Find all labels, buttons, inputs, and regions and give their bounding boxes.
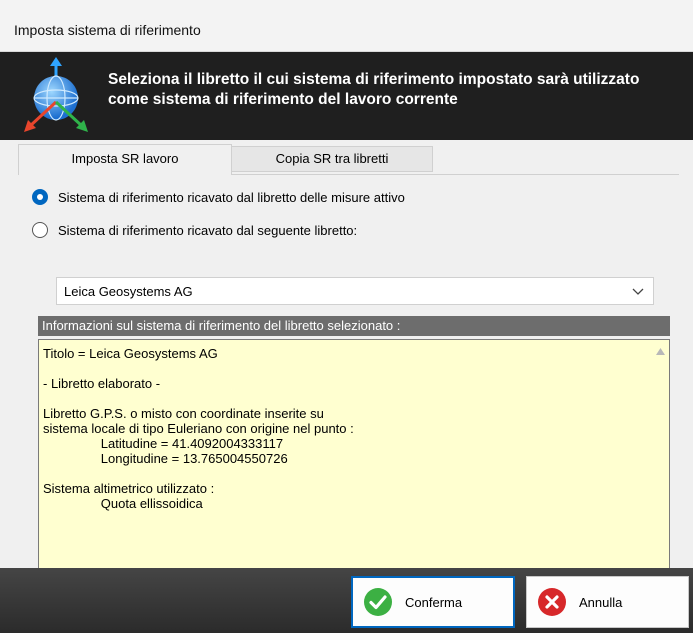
scroll-up-arrow-icon[interactable] <box>656 348 665 355</box>
cancel-x-icon <box>538 588 566 616</box>
vertical-scrollbar[interactable] <box>652 340 669 586</box>
tab-imposta-sr-lavoro[interactable]: Imposta SR lavoro <box>18 144 232 175</box>
info-section-header: Informazioni sul sistema di riferimento … <box>38 316 670 336</box>
booklet-select-value: Leica Geosystems AG <box>64 284 193 299</box>
window-title: Imposta sistema di riferimento <box>14 22 201 38</box>
radio-button-checked[interactable] <box>32 189 48 205</box>
title-bar[interactable]: Imposta sistema di riferimento <box>0 0 693 52</box>
tab-content: Sistema di riferimento ricavato dal libr… <box>18 174 679 587</box>
radio-active-booklet-label: Sistema di riferimento ricavato dal libr… <box>58 189 405 205</box>
check-circle-icon <box>364 588 392 616</box>
radio-following-booklet-label: Sistema di riferimento ricavato dal segu… <box>58 222 358 238</box>
instruction-banner: Seleziona il libretto il cui sistema di … <box>0 52 693 140</box>
confirm-button-label: Conferma <box>405 594 463 610</box>
tab-copia-sr-tra-libretti[interactable]: Copia SR tra libretti <box>231 146 433 172</box>
button-bar: Conferma Annulla <box>0 568 693 633</box>
confirm-button[interactable]: Conferma <box>351 576 515 628</box>
cancel-button-label: Annulla <box>579 594 623 610</box>
globe-axes-icon <box>24 57 88 132</box>
booklet-select[interactable]: Leica Geosystems AG <box>56 277 654 305</box>
tab-panel: Imposta SR lavoro Copia SR tra libretti … <box>14 144 679 587</box>
radio-following-booklet[interactable]: Sistema di riferimento ricavato dal segu… <box>32 220 357 240</box>
radio-active-booklet[interactable]: Sistema di riferimento ricavato dal libr… <box>32 187 405 207</box>
banner-message: Seleziona il libretto il cui sistema di … <box>108 71 640 108</box>
radio-button-unchecked[interactable] <box>32 222 48 238</box>
chevron-down-icon <box>632 288 644 295</box>
booklet-info-text: Titolo = Leica Geosystems AG - Libretto … <box>43 346 354 511</box>
tab-strip: Imposta SR lavoro Copia SR tra libretti <box>14 144 679 175</box>
booklet-info-textbox[interactable]: Titolo = Leica Geosystems AG - Libretto … <box>38 339 670 587</box>
cancel-button[interactable]: Annulla <box>526 576 689 628</box>
